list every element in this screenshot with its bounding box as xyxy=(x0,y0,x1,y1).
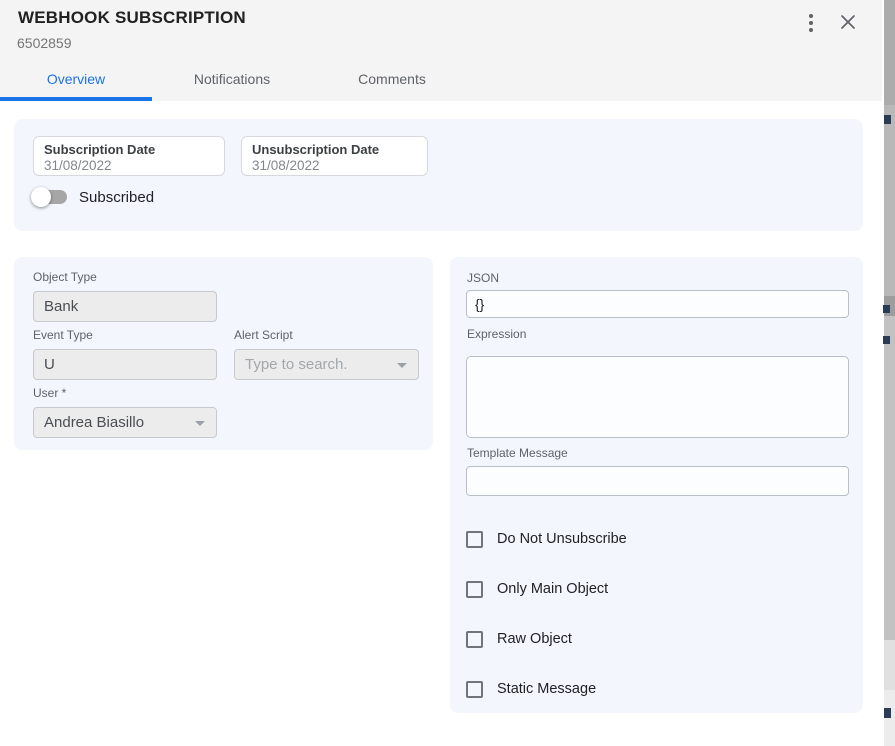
unsubscription-date-value: 31/08/2022 xyxy=(252,157,417,174)
json-input[interactable] xyxy=(466,290,849,318)
unsubscription-date-label: Unsubscription Date xyxy=(252,142,417,157)
tab-notifications[interactable]: Notifications xyxy=(152,60,312,97)
page-title: WEBHOOK SUBSCRIPTION xyxy=(18,8,246,28)
webhook-subscription-modal: WEBHOOK SUBSCRIPTION 6502859 Overview No… xyxy=(0,0,895,746)
subscription-date-field[interactable]: Subscription Date 31/08/2022 xyxy=(33,136,225,176)
event-type-field[interactable] xyxy=(33,349,217,380)
user-value: Andrea Biasillo xyxy=(44,414,144,431)
background-text-fragment xyxy=(884,115,891,124)
subscription-panel: Subscription Date 31/08/2022 Unsubscript… xyxy=(14,119,863,231)
checkbox-label: Only Main Object xyxy=(497,581,608,597)
checkbox-label: Static Message xyxy=(497,681,596,697)
chevron-down-icon xyxy=(195,421,205,426)
checkbox-icon xyxy=(466,581,483,598)
checkbox-icon xyxy=(466,531,483,548)
background-text-fragment xyxy=(883,336,890,344)
checkbox-raw-object[interactable]: Raw Object xyxy=(466,629,572,649)
subscribed-toggle-label: Subscribed xyxy=(79,189,154,206)
modal-header: WEBHOOK SUBSCRIPTION 6502859 Overview No… xyxy=(0,0,882,101)
object-type-label: Object Type xyxy=(33,270,97,284)
checkbox-label: Do Not Unsubscribe xyxy=(497,531,627,547)
event-type-label: Event Type xyxy=(33,328,93,342)
background-page-strip xyxy=(882,0,895,746)
expression-label: Expression xyxy=(467,327,526,341)
template-message-label: Template Message xyxy=(467,446,568,460)
subscription-date-label: Subscription Date xyxy=(44,142,214,157)
checkbox-do-not-unsubscribe[interactable]: Do Not Unsubscribe xyxy=(466,529,627,549)
user-select[interactable]: Andrea Biasillo xyxy=(33,407,217,438)
background-text-fragment xyxy=(884,708,891,718)
alert-script-select[interactable]: Type to search. xyxy=(234,349,419,380)
template-message-input[interactable] xyxy=(466,466,849,496)
json-label: JSON xyxy=(467,271,499,285)
record-id: 6502859 xyxy=(17,35,72,51)
checkbox-icon xyxy=(466,681,483,698)
checkbox-only-main-object[interactable]: Only Main Object xyxy=(466,579,608,599)
alert-script-placeholder: Type to search. xyxy=(245,356,348,373)
alert-script-label: Alert Script xyxy=(234,328,293,342)
kebab-menu-icon[interactable] xyxy=(802,13,820,33)
unsubscription-date-field[interactable]: Unsubscription Date 31/08/2022 xyxy=(241,136,428,176)
details-panel: Object Type Event Type Alert Script Type… xyxy=(14,257,433,450)
checkbox-static-message[interactable]: Static Message xyxy=(466,679,596,699)
user-label: User * xyxy=(33,386,66,400)
checkbox-label: Raw Object xyxy=(497,631,572,647)
active-tab-indicator xyxy=(0,97,152,101)
payload-panel: JSON Expression Template Message Do Not … xyxy=(450,257,863,713)
tab-bar: Overview Notifications Comments xyxy=(0,60,882,101)
subscribed-toggle[interactable] xyxy=(31,187,71,207)
checkbox-icon xyxy=(466,631,483,648)
close-icon[interactable] xyxy=(838,12,858,32)
tab-overview[interactable]: Overview xyxy=(0,60,152,97)
expression-textarea[interactable] xyxy=(466,356,849,438)
object-type-field[interactable] xyxy=(33,291,217,322)
subscription-date-value: 31/08/2022 xyxy=(44,157,214,174)
chevron-down-icon xyxy=(397,363,407,368)
background-text-fragment xyxy=(883,305,890,313)
tab-comments[interactable]: Comments xyxy=(312,60,472,97)
